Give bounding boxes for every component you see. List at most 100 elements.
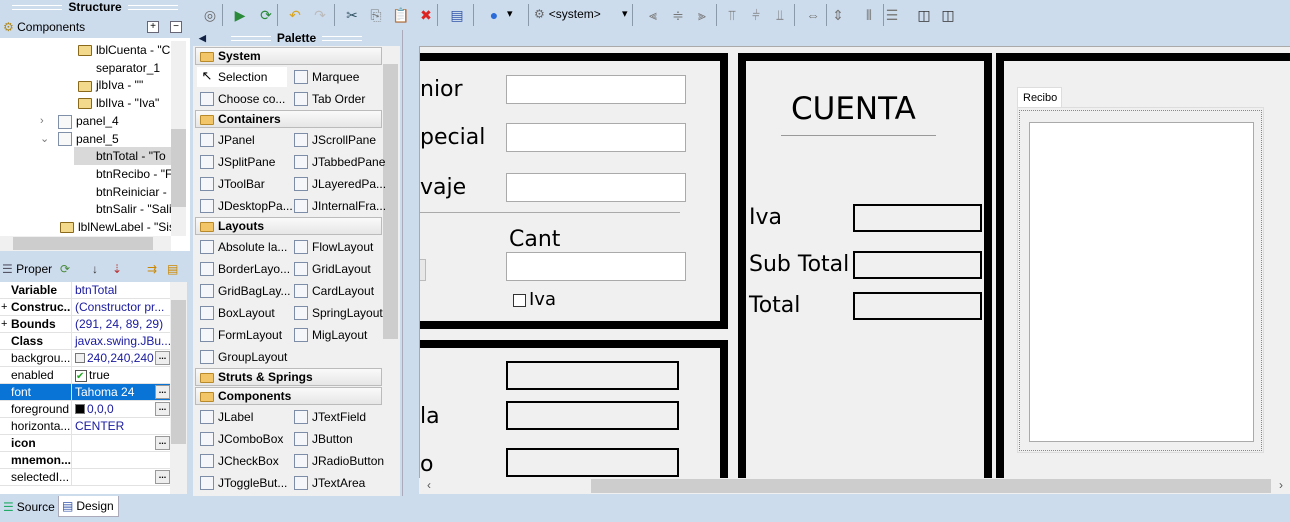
tree-hscroll-thumb[interactable]: [13, 237, 153, 250]
chevron-right-icon[interactable]: ›: [40, 112, 44, 130]
goto-definition-icon[interactable]: ↓: [92, 258, 98, 280]
total-field[interactable]: [853, 292, 982, 320]
tab-design[interactable]: ▤ Design: [58, 496, 119, 517]
palette-item[interactable]: JCheckBox: [197, 451, 279, 471]
refresh-icon[interactable]: ⟳: [256, 4, 276, 26]
property-row[interactable]: font Tahoma 24...: [0, 384, 170, 401]
tree-item[interactable]: btnRecibo - "F: [74, 165, 172, 183]
redo-icon[interactable]: ↷: [310, 4, 330, 26]
property-row[interactable]: Class javax.swing.JBu...: [0, 333, 170, 350]
same-height-icon[interactable]: ⇕: [828, 4, 848, 26]
tree-vscroll-thumb[interactable]: [171, 129, 186, 207]
property-value[interactable]: btnTotal: [73, 282, 170, 299]
tree-item[interactable]: btnSalir - "Sali: [74, 200, 172, 218]
palette-item[interactable]: Choose co...: [197, 89, 285, 109]
property-row[interactable]: Variable btnTotal: [0, 282, 170, 299]
palette-item[interactable]: GroupLayout: [197, 347, 287, 367]
expand-icon[interactable]: +: [1, 299, 7, 315]
tree-item[interactable]: lblIva - "Iva": [74, 94, 159, 112]
tree-item[interactable]: btnTotal - "To: [74, 147, 174, 166]
palette-category[interactable]: System: [195, 47, 382, 65]
textfield-2[interactable]: [506, 123, 686, 152]
collapse-palette-icon[interactable]: ◀: [199, 31, 206, 46]
tree-item[interactable]: panel_5: [54, 130, 119, 148]
pago-field-2[interactable]: [506, 401, 679, 430]
palette-item[interactable]: FormLayout: [197, 325, 282, 345]
properties-vscroll-thumb[interactable]: [171, 300, 186, 444]
ellipsis-button[interactable]: ...: [155, 436, 170, 450]
property-row[interactable]: enabled ✔ true: [0, 367, 170, 384]
properties-arrows-icon[interactable]: ⇉: [147, 258, 157, 280]
property-row[interactable]: icon...: [0, 435, 170, 452]
property-row[interactable]: backgrou... 240,240,240...: [0, 350, 170, 367]
palette-item[interactable]: JRadioButton: [291, 451, 384, 471]
clipped-combobox[interactable]: [420, 259, 426, 281]
test-gui-icon[interactable]: ◎: [200, 4, 220, 26]
iva-field[interactable]: [853, 204, 982, 232]
tree-item[interactable]: panel_4: [54, 112, 119, 130]
palette-item[interactable]: JButton: [291, 429, 353, 449]
tree-item[interactable]: lblCuenta - "C: [74, 41, 170, 59]
align-left-icon[interactable]: ⫷: [643, 4, 663, 26]
palette-item[interactable]: JTextField: [291, 407, 366, 427]
property-value[interactable]: CENTER: [73, 418, 170, 435]
subtotal-field[interactable]: [853, 251, 982, 279]
palette-item[interactable]: JScrollPane: [291, 130, 376, 150]
palette-item[interactable]: JComboBox: [197, 429, 283, 449]
palette-category[interactable]: Containers: [195, 110, 382, 128]
palette-item[interactable]: Tab Order: [291, 89, 365, 109]
show-events-icon[interactable]: ⟳: [60, 258, 70, 280]
tree-item[interactable]: separator_1: [74, 59, 160, 77]
tree-vscrollbar[interactable]: [171, 41, 186, 236]
scroll-right-icon[interactable]: ›: [1279, 478, 1283, 492]
properties-vscrollbar[interactable]: [170, 282, 187, 494]
same-width-icon[interactable]: ⇔: [803, 4, 823, 26]
property-row[interactable]: Bounds + (291, 24, 89, 29): [0, 316, 170, 333]
palette-item[interactable]: SpringLayout: [291, 303, 383, 323]
property-value[interactable]: javax.swing.JBu...: [73, 333, 170, 350]
pago-field-3[interactable]: [506, 448, 679, 477]
cant-textfield[interactable]: [506, 252, 686, 281]
palette-item[interactable]: GridBagLay...: [197, 281, 290, 301]
tab-order-icon[interactable]: ▤: [447, 4, 467, 26]
palette-item[interactable]: JToolBar: [197, 174, 265, 194]
palette-item[interactable]: JDesktopPa...: [197, 196, 293, 216]
palette-item[interactable]: JTabbedPane: [291, 152, 385, 172]
property-row[interactable]: selectedI......: [0, 469, 170, 486]
palette-item[interactable]: Absolute la...: [197, 237, 287, 257]
collapse-all-icon[interactable]: −: [170, 21, 182, 33]
align-middle-icon[interactable]: ⫩: [746, 4, 766, 26]
ellipsis-button[interactable]: ...: [155, 402, 170, 416]
ellipsis-button[interactable]: ...: [155, 385, 170, 399]
tree-item[interactable]: btnReiniciar -: [74, 183, 167, 201]
undo-icon[interactable]: ↶: [285, 4, 305, 26]
chevron-down-icon[interactable]: ▾: [622, 7, 628, 20]
align-bottom-icon[interactable]: ⫫: [770, 4, 790, 26]
tab-recibo[interactable]: Recibo: [1017, 87, 1062, 108]
cut-icon[interactable]: ✂: [342, 4, 362, 26]
textfield-3[interactable]: [506, 173, 686, 202]
property-value[interactable]: (Constructor pr...: [73, 299, 170, 316]
palette-item[interactable]: CardLayout: [291, 281, 374, 301]
palette-category[interactable]: Struts & Springs: [195, 368, 382, 386]
convert-local-icon[interactable]: ⇣: [112, 258, 122, 280]
palette-item[interactable]: JSplitPane: [197, 152, 275, 172]
scroll-left-icon[interactable]: ‹: [427, 478, 431, 492]
space-vertical-icon[interactable]: ☰: [882, 4, 902, 26]
look-and-feel-selector[interactable]: ⚙ <system> ▾: [534, 7, 634, 25]
palette-item[interactable]: MigLayout: [291, 325, 367, 345]
property-value[interactable]: (291, 24, 89, 29): [73, 316, 170, 333]
palette-item[interactable]: JTextArea: [291, 473, 365, 493]
textfield-1[interactable]: [506, 75, 686, 104]
recibo-textarea[interactable]: [1029, 122, 1254, 442]
property-row[interactable]: foreground 0,0,0...: [0, 401, 170, 418]
tab-source[interactable]: ☰ Source: [0, 497, 57, 517]
pago-field-1[interactable]: [506, 361, 679, 390]
palette-item[interactable]: JLabel: [197, 407, 253, 427]
form-icon[interactable]: ▶: [230, 4, 250, 26]
delete-icon[interactable]: ✖: [416, 4, 436, 26]
restore-default-icon[interactable]: ▤: [167, 258, 178, 280]
checkbox-checked-icon[interactable]: ✔: [75, 370, 87, 382]
globe-icon[interactable]: ●: [484, 4, 504, 26]
expand-icon[interactable]: +: [1, 316, 7, 332]
